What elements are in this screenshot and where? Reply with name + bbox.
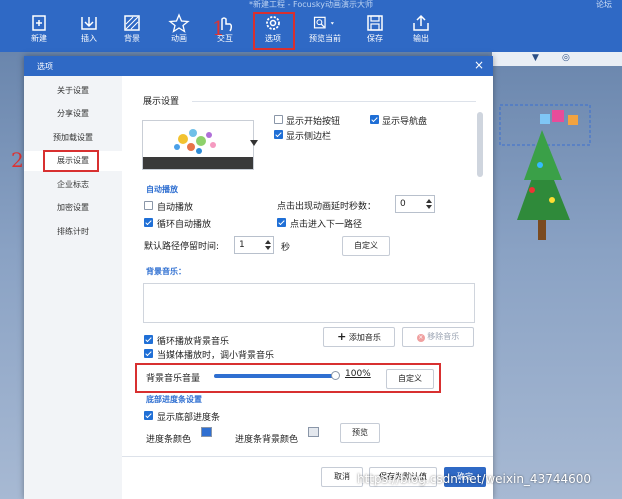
bar-color-label: 进度条颜色 <box>146 435 192 445</box>
volume-slider-fill <box>214 374 336 378</box>
bar-bg-color-label: 进度条背景颜色 <box>235 435 299 445</box>
christmas-tree-graphic <box>499 104 591 240</box>
new-icon <box>32 15 46 31</box>
volume-slider-track[interactable] <box>214 371 340 380</box>
music-list[interactable] <box>143 283 475 323</box>
seconds-label: 秒 <box>281 243 291 253</box>
star-icon <box>168 13 190 33</box>
default-stay-value: 1 <box>239 240 245 250</box>
sidebar-item-share[interactable]: 分享设置 <box>24 104 122 124</box>
delay-label: 点击出现动画延时秒数： <box>277 202 377 212</box>
sidebar-item-encrypt[interactable]: 加密设置 <box>24 198 122 218</box>
divider <box>192 101 476 102</box>
new-button[interactable]: 新建 <box>22 13 56 49</box>
add-music-button[interactable]: + 添加音乐 <box>323 327 395 347</box>
progress-heading: 底部进度条设置 <box>146 395 202 404</box>
loop-music-label: 循环播放背景音乐 <box>157 337 230 347</box>
loop-autoplay-checkbox[interactable] <box>144 218 153 227</box>
autoplay-heading: 自动播放 <box>146 185 178 194</box>
spinner-up-icon[interactable] <box>426 199 432 203</box>
volume-value: 100% <box>345 369 371 379</box>
volume-custom-button[interactable]: 自定义 <box>386 369 434 389</box>
right-toolbar-item[interactable]: ◎ <box>562 53 570 63</box>
background-icon <box>124 15 140 31</box>
autoplay-checkbox[interactable] <box>144 201 153 210</box>
loop-music-checkbox[interactable] <box>144 335 153 344</box>
show-sidebar-checkbox[interactable] <box>274 130 283 139</box>
dialog-sidebar: 关于设置 分享设置 预加载设置 展示设置 企业标志 加密设置 排练计时 <box>24 76 122 499</box>
show-nav-panel-checkbox[interactable] <box>370 115 379 124</box>
preview-current-button[interactable]: 预览当前 <box>304 13 346 49</box>
options-highlight-box <box>253 12 295 50</box>
sidebar-item-preload[interactable]: 预加载设置 <box>24 128 122 148</box>
bar-color-swatch[interactable] <box>201 427 212 437</box>
add-music-label: 添加音乐 <box>348 333 381 342</box>
app-toolbar: *新建工程 - Focusky动画演示大师 论坛 新建 插入 背景 动画 交互 … <box>0 0 622 52</box>
volume-label: 背景音乐音量 <box>146 374 201 384</box>
plus-icon: + <box>337 330 347 343</box>
scrollbar[interactable] <box>477 112 483 177</box>
show-start-button-checkbox[interactable] <box>274 115 283 124</box>
display-settings-heading: 展示设置 <box>143 97 180 107</box>
autoplay-label: 自动播放 <box>157 203 194 213</box>
bar-bg-color-swatch[interactable] <box>308 427 319 437</box>
loop-autoplay-label: 循环自动播放 <box>157 220 212 230</box>
remove-music-label: 移除音乐 <box>427 332 460 341</box>
lower-volume-label: 当媒体播放时，调小背景音乐 <box>157 351 275 361</box>
insert-button[interactable]: 插入 <box>72 13 106 49</box>
footer-divider <box>122 456 493 457</box>
spinner-down-icon[interactable] <box>265 246 271 250</box>
export-icon <box>413 14 429 31</box>
progress-preview-button[interactable]: 预览 <box>340 423 380 443</box>
export-button[interactable]: 输出 <box>404 13 438 49</box>
options-dialog: 选项 × 关于设置 分享设置 预加载设置 展示设置 企业标志 加密设置 排练计时… <box>24 56 493 499</box>
click-next-checkbox[interactable] <box>277 218 286 227</box>
show-sidebar-label: 显示侧边栏 <box>286 132 332 142</box>
autoplay-custom-button[interactable]: 自定义 <box>342 236 390 256</box>
show-progress-checkbox[interactable] <box>144 411 153 420</box>
sidebar-item-logo[interactable]: 企业标志 <box>24 175 122 195</box>
delay-value: 0 <box>400 199 406 209</box>
lower-volume-checkbox[interactable] <box>144 349 153 358</box>
save-icon <box>367 15 383 31</box>
sidebar-item-rehearsal[interactable]: 排练计时 <box>24 222 122 242</box>
default-stay-spinner[interactable]: 1 <box>234 236 274 254</box>
background-button[interactable]: 背景 <box>115 13 149 49</box>
chevron-down-icon[interactable] <box>250 140 258 146</box>
animation-button[interactable]: 动画 <box>162 13 196 49</box>
right-toolbar: ▼ ◎ <box>492 52 622 66</box>
show-progress-label: 显示底部进度条 <box>157 413 221 423</box>
show-nav-panel-label: 显示导航盘 <box>382 117 428 127</box>
spinner-down-icon[interactable] <box>426 205 432 209</box>
forum-link[interactable]: 论坛 <box>596 0 612 9</box>
app-title: *新建工程 - Focusky动画演示大师 <box>249 0 373 9</box>
default-stay-label: 默认路径停留时间: <box>144 242 220 252</box>
theme-thumbnail[interactable] <box>142 120 254 170</box>
save-button[interactable]: 保存 <box>358 13 392 49</box>
annotation-step-1: 1 <box>212 16 225 40</box>
sidebar-item-about[interactable]: 关于设置 <box>24 81 122 101</box>
spinner-up-icon[interactable] <box>265 240 271 244</box>
dialog-title-bar: 选项 × <box>24 56 493 76</box>
show-start-button-label: 显示开始按钮 <box>286 117 341 127</box>
display-settings-highlight-box <box>43 150 99 172</box>
insert-icon <box>81 17 97 30</box>
volume-slider-handle[interactable] <box>331 371 340 380</box>
remove-icon: × <box>416 334 425 342</box>
bgm-heading: 背景音乐： <box>146 267 186 276</box>
dialog-title: 选项 <box>37 62 53 71</box>
annotation-step-2: 2 <box>11 148 24 172</box>
click-next-label: 点击进入下一路径 <box>290 220 363 230</box>
close-icon[interactable]: × <box>474 58 484 72</box>
delay-spinner[interactable]: 0 <box>395 195 435 213</box>
preview-icon <box>313 16 334 29</box>
right-toolbar-item[interactable]: ▼ <box>532 53 539 63</box>
theme-preview-image <box>143 129 253 169</box>
watermark: https://blog.csdn.net/weixin_43744600 <box>357 472 592 486</box>
remove-music-button[interactable]: × 移除音乐 <box>402 327 474 347</box>
